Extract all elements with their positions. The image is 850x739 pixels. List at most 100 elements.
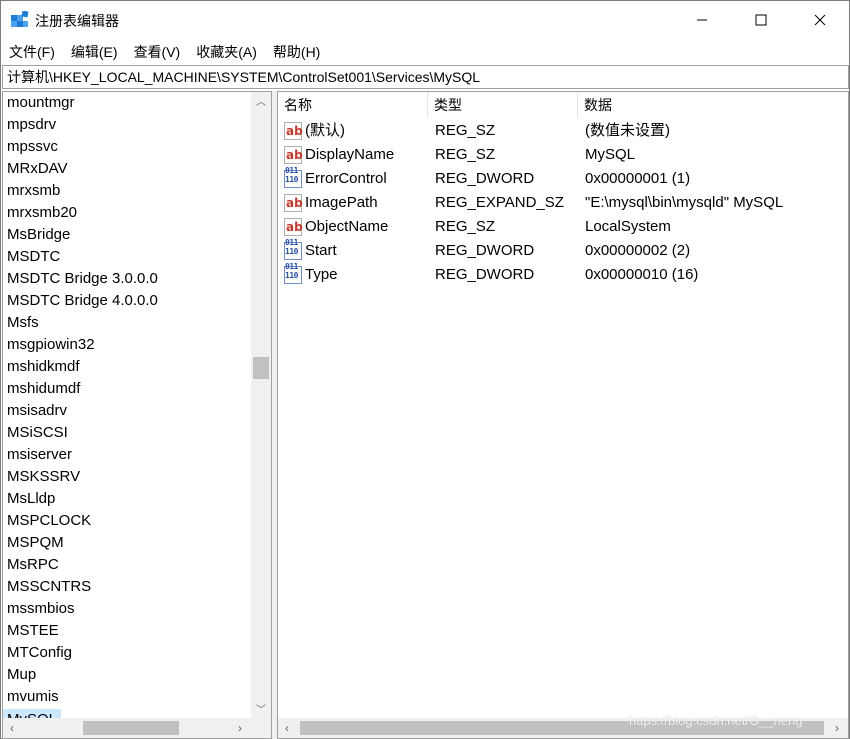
scroll-right-icon[interactable]: › xyxy=(231,718,249,738)
tree-vertical-scrollbar[interactable]: ︿ ﹀ xyxy=(251,92,271,718)
tree-item[interactable]: mrxsmb xyxy=(3,180,251,202)
scroll-down-icon[interactable]: ﹀ xyxy=(251,700,271,717)
value-row[interactable]: 011 110 ErrorControl REG_DWORD 0x00000001 (… xyxy=(278,166,848,191)
tree-item[interactable]: MSPQM xyxy=(3,532,251,554)
menu-help[interactable]: 帮助(H) xyxy=(265,41,328,63)
close-button[interactable] xyxy=(791,1,849,39)
value-name: DisplayName xyxy=(305,146,395,163)
value-data: "E:\mysql\bin\mysqld" MySQL xyxy=(585,194,784,211)
tree-item[interactable]: mvumis xyxy=(3,686,251,708)
value-row[interactable]: ab ImagePath REG_EXPAND_SZ "E:\mysql\bin\my… xyxy=(278,191,848,215)
value-type: REG_DWORD xyxy=(435,170,535,187)
tree-item[interactable]: MRxDAV xyxy=(3,158,251,180)
tree-item[interactable]: MSDTC Bridge 4.0.0.0 xyxy=(3,290,251,312)
string-value-icon: ab xyxy=(284,146,303,164)
scroll-right-icon[interactable]: › xyxy=(828,718,846,738)
string-value-icon: ab xyxy=(284,194,303,212)
value-name: ErrorControl xyxy=(305,170,387,187)
close-icon xyxy=(814,14,826,26)
tree-scroll-thumb[interactable] xyxy=(253,357,269,379)
value-type: REG_SZ xyxy=(435,218,496,235)
values-header: 名称 类型 数据 xyxy=(278,92,848,118)
binary-value-icon: 011 110 xyxy=(284,262,302,284)
menu-bar: 文件(F) 编辑(E) 查看(V) 收藏夹(A) 帮助(H) xyxy=(1,41,328,63)
tree-item[interactable]: MSiSCSI xyxy=(3,422,251,444)
value-icon-glyph: ab xyxy=(286,124,303,138)
regedit-icon xyxy=(11,11,29,27)
tree-item[interactable]: MTConfig xyxy=(3,642,251,664)
tree-item[interactable]: MSDTC xyxy=(3,246,251,268)
maximize-icon xyxy=(755,14,767,26)
value-data: MySQL xyxy=(585,146,636,163)
tree-item[interactable]: Msfs xyxy=(3,312,251,334)
value-name: (默认) xyxy=(305,122,345,139)
value-data: (数值未设置) xyxy=(585,122,670,139)
tree-item[interactable]: MSSCNTRS xyxy=(3,576,251,598)
maximize-button[interactable] xyxy=(732,1,790,39)
tree-item[interactable]: msisadrv xyxy=(3,400,251,422)
binary-value-icon: 011 110 xyxy=(284,166,302,188)
address-bar[interactable]: 计算机\HKEY_LOCAL_MACHINE\SYSTEM\ControlSet… xyxy=(2,65,849,89)
value-row[interactable]: ab ObjectName REG_SZ LocalSystem xyxy=(278,215,848,239)
value-row[interactable]: 011 110 Start REG_DWORD 0x00000002 (2) xyxy=(278,238,848,263)
minimize-button[interactable] xyxy=(673,1,731,39)
value-icon-glyph: 011 110 xyxy=(285,166,298,184)
value-data: 0x00000002 (2) xyxy=(585,242,691,259)
value-icon-glyph: ab xyxy=(286,220,303,234)
tree-item[interactable]: mssmbios xyxy=(3,598,251,620)
tree-hscroll-thumb[interactable] xyxy=(83,721,179,735)
scroll-corner xyxy=(251,718,271,738)
value-name: ObjectName xyxy=(305,218,389,235)
menu-view[interactable]: 查看(V) xyxy=(126,41,189,63)
registry-editor-window: 注册表编辑器 文件(F) 编辑(E) 查看(V) 收藏夹(A) 帮助(H) 计算… xyxy=(0,0,850,739)
value-data: LocalSystem xyxy=(585,218,671,235)
value-icon-glyph: ab xyxy=(286,148,303,162)
scroll-left-icon[interactable]: ‹ xyxy=(278,718,296,738)
value-name: Start xyxy=(305,242,337,259)
tree-item[interactable]: MSTEE xyxy=(3,620,251,642)
menu-edit[interactable]: 编辑(E) xyxy=(63,41,126,63)
string-value-icon: ab xyxy=(284,122,303,140)
value-type: REG_SZ xyxy=(435,122,496,139)
value-icon-glyph: ab xyxy=(286,196,303,210)
value-icon-glyph: 011 110 xyxy=(285,262,298,280)
column-header-type[interactable]: 类型 xyxy=(428,92,578,118)
watermark: https://blog.csdn.net/G__neng xyxy=(629,713,803,728)
value-name: Type xyxy=(305,266,338,283)
value-type: REG_EXPAND_SZ xyxy=(435,194,564,211)
tree-item[interactable]: MsRPC xyxy=(3,554,251,576)
tree-item[interactable]: mpssvc xyxy=(3,136,251,158)
menu-file[interactable]: 文件(F) xyxy=(1,41,63,63)
scroll-up-icon[interactable]: ︿ xyxy=(251,92,271,109)
column-header-data[interactable]: 数据 xyxy=(578,92,848,118)
value-row[interactable]: ab DisplayName REG_SZ MySQL xyxy=(278,143,848,167)
value-icon-glyph: 011 110 xyxy=(285,238,298,256)
value-row[interactable]: 011 110 Type REG_DWORD 0x00000010 (16) xyxy=(278,262,848,287)
tree-item[interactable]: mshidkmdf xyxy=(3,356,251,378)
scroll-left-icon[interactable]: ‹ xyxy=(3,718,21,738)
key-tree-pane: mountmgr mpsdrv mpssvc MRxDAV mrxsmb mrxsmb20… xyxy=(2,91,272,739)
value-name: ImagePath xyxy=(305,194,378,211)
column-header-name[interactable]: 名称 xyxy=(278,92,428,118)
tree-item[interactable]: MsBridge xyxy=(3,224,251,246)
tree-item[interactable]: Mup xyxy=(3,664,251,686)
value-type: REG_DWORD xyxy=(435,266,535,283)
tree-item[interactable]: msgpiowin32 xyxy=(3,334,251,356)
value-row[interactable]: ab (默认) REG_SZ (数值未设置) xyxy=(278,119,848,143)
tree-item[interactable]: MSKSSRV xyxy=(3,466,251,488)
tree-item[interactable]: mountmgr xyxy=(3,92,251,114)
tree-item[interactable]: MSPCLOCK xyxy=(3,510,251,532)
value-data: 0x00000001 (1) xyxy=(585,170,691,187)
menu-favorites[interactable]: 收藏夹(A) xyxy=(188,41,265,63)
string-value-icon: ab xyxy=(284,218,303,236)
tree-horizontal-scrollbar[interactable]: ‹ › xyxy=(3,718,251,738)
tree-item[interactable]: mrxsmb20 xyxy=(3,202,251,224)
window-title: 注册表编辑器 xyxy=(35,13,119,29)
tree-item[interactable]: MsLldp xyxy=(3,488,251,510)
tree-item[interactable]: msiserver xyxy=(3,444,251,466)
title-bar: 注册表编辑器 xyxy=(1,1,849,39)
tree-item[interactable]: MSDTC Bridge 3.0.0.0 xyxy=(3,268,251,290)
tree-item[interactable]: mpsdrv xyxy=(3,114,251,136)
minimize-icon xyxy=(697,19,707,21)
tree-item[interactable]: mshidumdf xyxy=(3,378,251,400)
